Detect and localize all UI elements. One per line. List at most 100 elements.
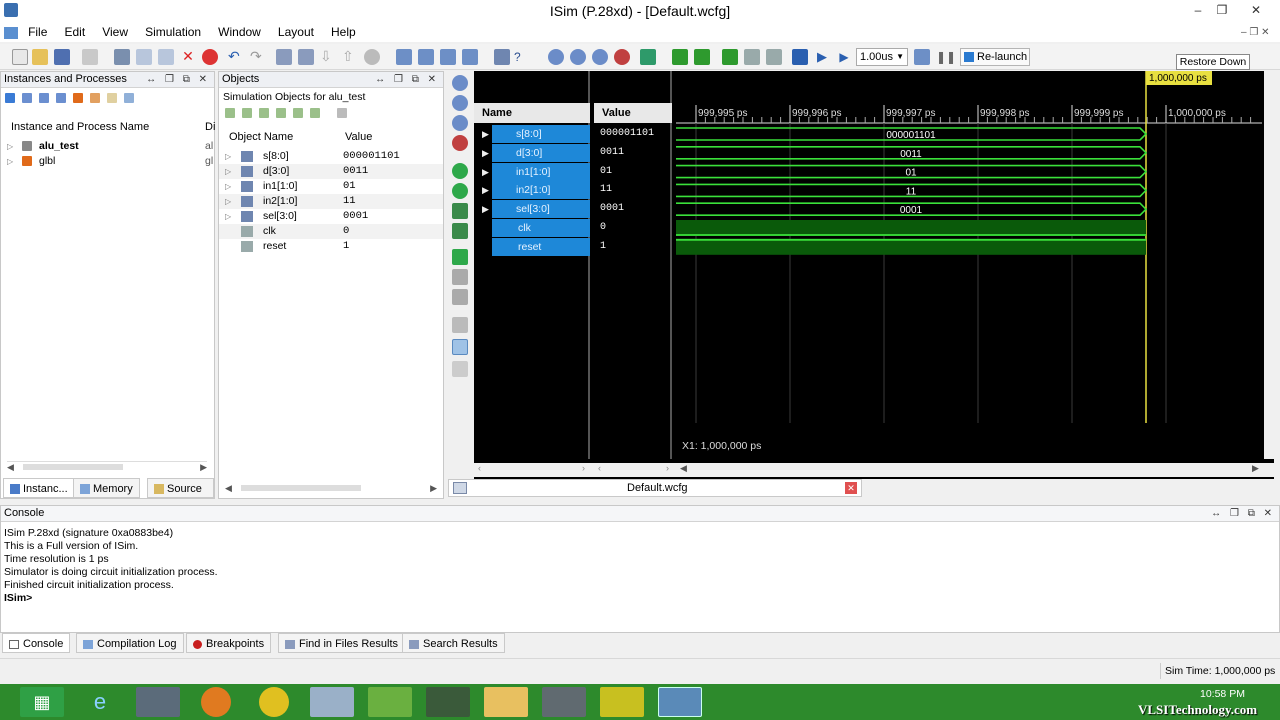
settings-icon[interactable] xyxy=(124,93,135,104)
collapse-icon[interactable] xyxy=(22,93,33,104)
input-icon[interactable] xyxy=(225,108,235,119)
app-icon[interactable] xyxy=(600,687,644,717)
restart-icon[interactable] xyxy=(792,49,808,65)
wave-v-scrollbar[interactable] xyxy=(1264,71,1274,459)
arrow-down-icon[interactable]: ⇩ xyxy=(320,49,336,65)
source-icon[interactable] xyxy=(107,93,118,104)
next-edge-icon[interactable] xyxy=(766,49,782,65)
object-row[interactable]: reset 1 xyxy=(219,239,443,254)
wave-signal-name[interactable]: clk xyxy=(492,219,590,237)
menu-view[interactable]: View xyxy=(95,22,135,42)
object-row[interactable]: ▷ d[3:0] 0011 xyxy=(219,164,443,179)
next-marker-icon[interactable] xyxy=(452,289,468,305)
tile-v-icon[interactable] xyxy=(440,49,456,65)
menu-window[interactable]: Window xyxy=(211,22,268,42)
console-output[interactable]: ISim P.28xd (signature 0xa0883be4) This … xyxy=(1,522,1279,610)
run-all-icon[interactable]: ▶ xyxy=(814,49,830,65)
layout-icon[interactable] xyxy=(462,49,478,65)
app-menu-icon[interactable] xyxy=(4,27,18,40)
expand-arrow-icon[interactable]: ▶ xyxy=(482,144,489,162)
zoom-fit-icon[interactable] xyxy=(452,115,468,131)
tab-breakpoints[interactable]: Breakpoints xyxy=(186,633,272,653)
menu-simulation[interactable]: Simulation xyxy=(138,22,208,42)
find-replace-icon[interactable] xyxy=(298,49,314,65)
wave-signal-name[interactable]: reset xyxy=(492,237,590,256)
step-icon[interactable] xyxy=(914,49,930,65)
app-icon[interactable] xyxy=(136,687,180,717)
wave-signal-name[interactable]: ▶ in1[1:0] xyxy=(482,162,590,181)
zoom-cursor-icon[interactable] xyxy=(614,49,630,65)
delete-icon[interactable]: ✕ xyxy=(180,49,196,65)
time-step-select[interactable]: 1.00us ▼ xyxy=(856,48,908,66)
save-icon[interactable] xyxy=(54,49,70,65)
expand-arrow-icon[interactable]: ▶ xyxy=(482,163,489,181)
scroll-left-icon[interactable]: ‹ xyxy=(478,463,481,473)
scroll-thumb[interactable] xyxy=(241,485,361,491)
close-tab-icon[interactable]: ✕ xyxy=(845,482,857,494)
scroll-right-icon[interactable]: ▶ xyxy=(200,462,207,473)
zoom-out-icon[interactable] xyxy=(452,95,468,111)
prev-edge-icon[interactable] xyxy=(744,49,760,65)
panel-buttons[interactable]: ↔ ❐ ⧉ ✕ xyxy=(146,72,210,87)
tab-default-wcfg[interactable]: Default.wcfg ✕ xyxy=(448,479,862,497)
menu-file[interactable]: File xyxy=(21,22,54,42)
h-scrollbar[interactable]: ◀ ▶ xyxy=(225,483,437,493)
undo-icon[interactable]: ↶ xyxy=(228,49,244,65)
expand-arrow-icon[interactable]: ▷ xyxy=(225,149,231,164)
object-row[interactable]: ▷ in2[1:0] 11 xyxy=(219,194,443,209)
tools-icon[interactable] xyxy=(494,49,510,65)
new-icon[interactable] xyxy=(12,49,28,65)
object-row[interactable]: ▷ s[8:0] 000001101 xyxy=(219,149,443,164)
restore-icon[interactable]: ❐ xyxy=(1210,0,1234,20)
stop-icon[interactable] xyxy=(202,49,218,65)
snap-to-transition-icon[interactable] xyxy=(452,339,468,355)
zoom-fit-icon[interactable] xyxy=(592,49,608,65)
menu-edit[interactable]: Edit xyxy=(57,22,92,42)
filter-icon[interactable] xyxy=(39,93,50,104)
app-icon[interactable] xyxy=(426,687,470,717)
wave-signal-name[interactable]: ▶ in2[1:0] xyxy=(482,181,590,200)
add-marker-icon[interactable] xyxy=(452,249,468,265)
tab-search-results[interactable]: Search Results xyxy=(402,633,505,653)
clear-icon[interactable] xyxy=(364,49,380,65)
expand-arrow-icon[interactable]: ▶ xyxy=(482,200,489,218)
panel-buttons[interactable]: ↔ ❐ ⧉ ✕ xyxy=(1211,506,1275,521)
tile-h-icon[interactable] xyxy=(418,49,434,65)
tab-compilation-log[interactable]: Compilation Log xyxy=(76,633,184,653)
arrow-up-icon[interactable]: ⇧ xyxy=(342,49,358,65)
panel-buttons[interactable]: ↔ ❐ ⧉ ✕ xyxy=(375,72,439,87)
scroll-right-icon[interactable]: ▶ xyxy=(1252,463,1259,474)
zoom-in-icon[interactable] xyxy=(548,49,564,65)
app-icon[interactable] xyxy=(542,687,586,717)
internet-explorer-icon[interactable]: e xyxy=(78,687,122,717)
tab-find-in-files[interactable]: Find in Files Results xyxy=(278,633,406,653)
run-for-icon[interactable]: ▶ xyxy=(836,49,852,65)
scroll-right-icon[interactable]: ▶ xyxy=(430,483,437,494)
pause-icon[interactable]: ❚❚ xyxy=(936,49,956,65)
firefox-icon[interactable] xyxy=(201,687,231,717)
scroll-right-icon[interactable]: › xyxy=(582,463,585,473)
scroll-right-icon[interactable]: › xyxy=(666,463,669,473)
object-row[interactable]: clk 0 xyxy=(219,224,443,239)
go-to-icon[interactable] xyxy=(672,49,688,65)
wave-signal-name[interactable]: ▶ d[3:0] xyxy=(482,143,590,162)
menu-layout[interactable]: Layout xyxy=(271,22,321,42)
scroll-left-icon[interactable]: ◀ xyxy=(225,483,232,494)
menu-help[interactable]: Help xyxy=(324,22,363,42)
tab-instances[interactable]: Instanc... xyxy=(3,478,75,498)
scroll-left-icon[interactable]: ◀ xyxy=(680,463,687,474)
tree-row-alu-test[interactable]: ▷ alu_test al xyxy=(1,139,214,154)
expand-arrow-icon[interactable]: ▷ xyxy=(225,209,231,224)
isim-icon[interactable] xyxy=(658,687,702,717)
cascade-icon[interactable] xyxy=(396,49,412,65)
open-icon[interactable] xyxy=(32,49,48,65)
object-row[interactable]: ▷ in1[1:0] 01 xyxy=(219,179,443,194)
inner-window-buttons[interactable]: – ❐ ✕ xyxy=(1234,24,1276,41)
expand-arrow-icon[interactable]: ▷ xyxy=(7,157,13,166)
scroll-left-icon[interactable]: ◀ xyxy=(7,462,14,473)
floating-ruler-icon[interactable] xyxy=(452,361,468,377)
scroll-thumb[interactable] xyxy=(23,464,123,470)
zoom-out-icon[interactable] xyxy=(570,49,586,65)
help-icon[interactable]: ? xyxy=(514,49,530,65)
expand-arrow-icon[interactable]: ▷ xyxy=(225,164,231,179)
